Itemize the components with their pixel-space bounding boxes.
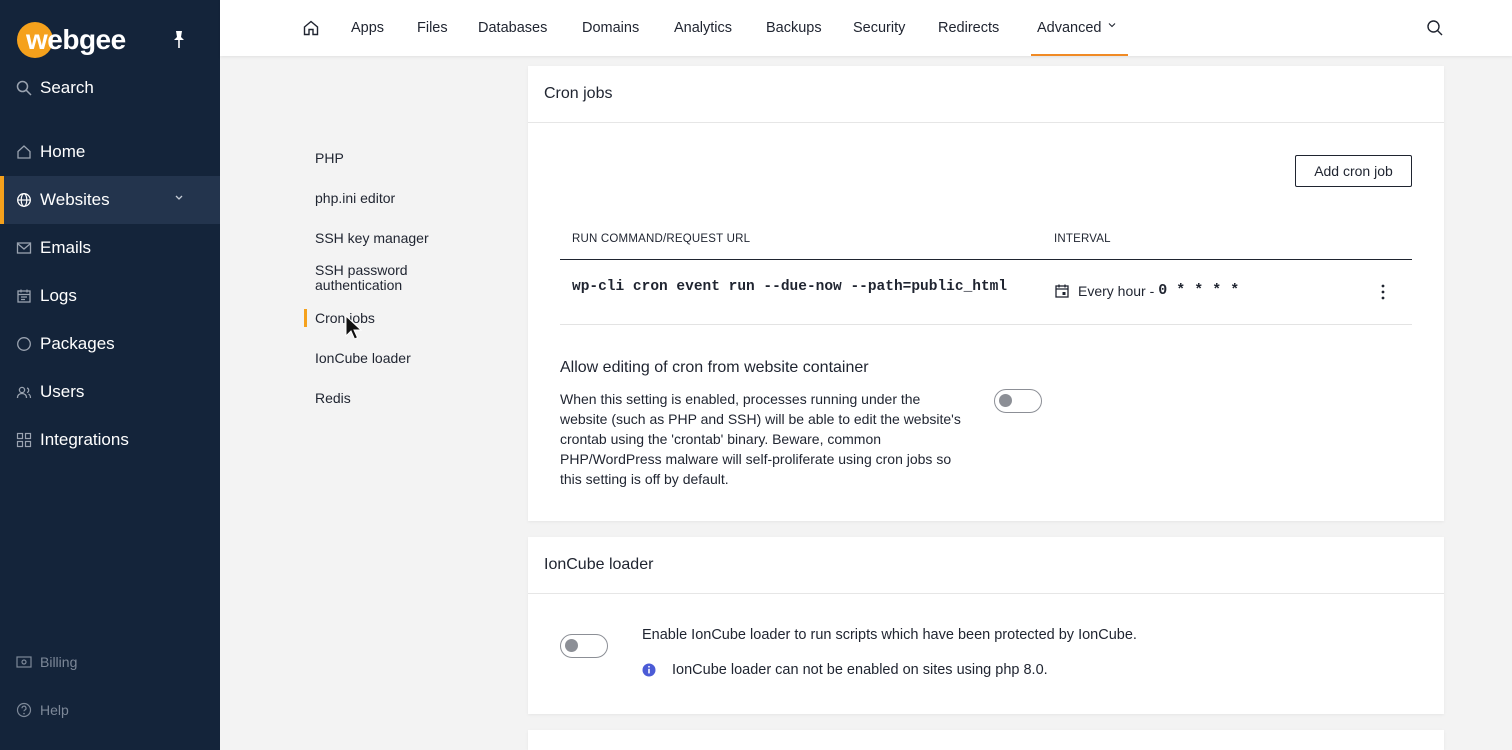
top-tab-domains[interactable]: Domains bbox=[582, 0, 639, 56]
sidebar-item-websites[interactable]: Websites bbox=[0, 176, 220, 224]
sidebar-item-label: Websites bbox=[40, 190, 110, 209]
sidebar-item-label: Billing bbox=[40, 654, 78, 670]
cron-jobs-card: Cron jobs Add cron job RUN COMMAND/REQUE… bbox=[528, 66, 1444, 521]
sidebar: webgee Search Home Websites Emails Logs … bbox=[0, 0, 220, 750]
globe-icon bbox=[17, 193, 31, 207]
top-navigation: Apps Files Databases Domains Analytics B… bbox=[220, 0, 1512, 56]
table-header-divider bbox=[560, 259, 1412, 260]
subnav-item-php[interactable]: PHP bbox=[315, 151, 344, 166]
home-icon bbox=[17, 145, 31, 159]
mail-icon bbox=[16, 242, 32, 254]
cron-command: wp-cli cron event run --due-now --path=p… bbox=[572, 279, 1008, 295]
more-options-icon[interactable] bbox=[1376, 282, 1390, 302]
users-icon bbox=[16, 386, 32, 399]
top-tab-label: Security bbox=[853, 20, 906, 36]
subnav-item-php-ini-editor[interactable]: php.ini editor bbox=[315, 191, 395, 206]
top-tab-analytics[interactable]: Analytics bbox=[674, 0, 732, 56]
top-tab-redirects[interactable]: Redirects bbox=[938, 0, 999, 56]
cron-edit-setting-description: When this setting is enabled, processes … bbox=[560, 391, 961, 487]
cron-jobs-title: Cron jobs bbox=[528, 66, 1444, 123]
top-tab-label: Apps bbox=[351, 20, 385, 36]
sidebar-item-label: Home bbox=[40, 142, 86, 161]
next-card bbox=[528, 730, 1444, 750]
top-tab-advanced[interactable]: Advanced bbox=[1031, 0, 1127, 56]
chevron-down-icon[interactable] bbox=[174, 194, 184, 202]
cron-interval-expression: 0 * * * * bbox=[1158, 282, 1240, 299]
search-icon bbox=[1427, 20, 1443, 36]
top-tab-label: Files bbox=[417, 20, 448, 36]
cron-edit-setting-title: Allow editing of cron from website conta… bbox=[560, 359, 869, 376]
sidebar-item-label: Help bbox=[40, 702, 69, 718]
top-home-button[interactable] bbox=[302, 0, 320, 56]
ioncube-enable-text: Enable IonCube loader to run scripts whi… bbox=[642, 627, 1137, 643]
top-search-button[interactable] bbox=[1426, 0, 1444, 56]
info-icon bbox=[642, 663, 656, 677]
sidebar-item-billing[interactable]: Billing bbox=[16, 650, 77, 674]
sidebar-search-label: Search bbox=[40, 78, 94, 97]
subnav-item-ssh-password-authentication[interactable]: SSH password authentication bbox=[315, 263, 455, 293]
sidebar-item-home[interactable]: Home bbox=[0, 128, 220, 176]
ioncube-note: IonCube loader can not be enabled on sit… bbox=[642, 662, 1048, 678]
sidebar-item-label: Logs bbox=[40, 286, 77, 305]
logs-icon bbox=[17, 289, 31, 303]
column-header-interval: INTERVAL bbox=[1054, 233, 1111, 245]
subnav-item-ssh-key-manager[interactable]: SSH key manager bbox=[315, 231, 429, 246]
logo[interactable]: webgee bbox=[17, 20, 207, 60]
ioncube-note-text: IonCube loader can not be enabled on sit… bbox=[672, 662, 1048, 678]
grid-icon bbox=[16, 432, 32, 448]
subnav-item-redis[interactable]: Redis bbox=[315, 391, 351, 406]
top-tab-label: Backups bbox=[766, 20, 822, 36]
sidebar-item-label: Users bbox=[40, 382, 85, 401]
sidebar-item-integrations[interactable]: Integrations bbox=[0, 416, 220, 464]
cron-interval-label: Every hour - bbox=[1078, 282, 1155, 299]
subnav-item-ioncube-loader[interactable]: IonCube loader bbox=[315, 351, 411, 366]
sidebar-item-help[interactable]: Help bbox=[16, 698, 69, 722]
sidebar-item-label: Emails bbox=[40, 238, 92, 257]
ioncube-toggle[interactable] bbox=[560, 634, 608, 658]
sidebar-item-packages[interactable]: Packages bbox=[0, 320, 220, 368]
chevron-down-icon bbox=[1108, 23, 1115, 28]
sidebar-search[interactable]: Search bbox=[16, 76, 94, 100]
top-tab-label: Redirects bbox=[938, 20, 1000, 36]
top-tab-label: Domains bbox=[582, 20, 640, 36]
calendar-icon bbox=[1055, 284, 1069, 298]
pin-icon[interactable] bbox=[171, 30, 187, 50]
top-tab-security[interactable]: Security bbox=[853, 0, 905, 56]
mouse-cursor-icon bbox=[345, 315, 363, 340]
logo-text: webgee bbox=[26, 24, 126, 55]
top-tab-files[interactable]: Files bbox=[417, 0, 448, 56]
top-tab-apps[interactable]: Apps bbox=[351, 0, 384, 56]
column-header-command: RUN COMMAND/REQUEST URL bbox=[572, 233, 751, 245]
cron-interval: Every hour - 0 * * * * bbox=[1054, 282, 1239, 299]
sidebar-item-emails[interactable]: Emails bbox=[0, 224, 220, 272]
packages-icon bbox=[17, 337, 31, 351]
sidebar-item-users[interactable]: Users bbox=[0, 368, 220, 416]
sidebar-item-label: Packages bbox=[40, 334, 115, 353]
cron-edit-toggle[interactable] bbox=[994, 389, 1042, 413]
help-icon bbox=[16, 702, 32, 718]
top-tab-label: Databases bbox=[478, 20, 548, 36]
billing-icon bbox=[16, 656, 32, 668]
sidebar-item-label: Integrations bbox=[40, 430, 129, 449]
top-tab-databases[interactable]: Databases bbox=[478, 0, 547, 56]
search-icon bbox=[16, 80, 32, 96]
ioncube-loader-title: IonCube loader bbox=[528, 537, 1444, 594]
top-tab-label: Advanced bbox=[1037, 20, 1102, 36]
add-cron-job-button[interactable]: Add cron job bbox=[1295, 155, 1412, 187]
sidebar-item-logs[interactable]: Logs bbox=[0, 272, 220, 320]
ioncube-loader-card: IonCube loader Enable IonCube loader to … bbox=[528, 537, 1444, 714]
table-row-divider bbox=[560, 324, 1412, 325]
top-tab-backups[interactable]: Backups bbox=[766, 0, 822, 56]
top-tab-label: Analytics bbox=[674, 20, 733, 36]
home-icon bbox=[303, 20, 319, 36]
